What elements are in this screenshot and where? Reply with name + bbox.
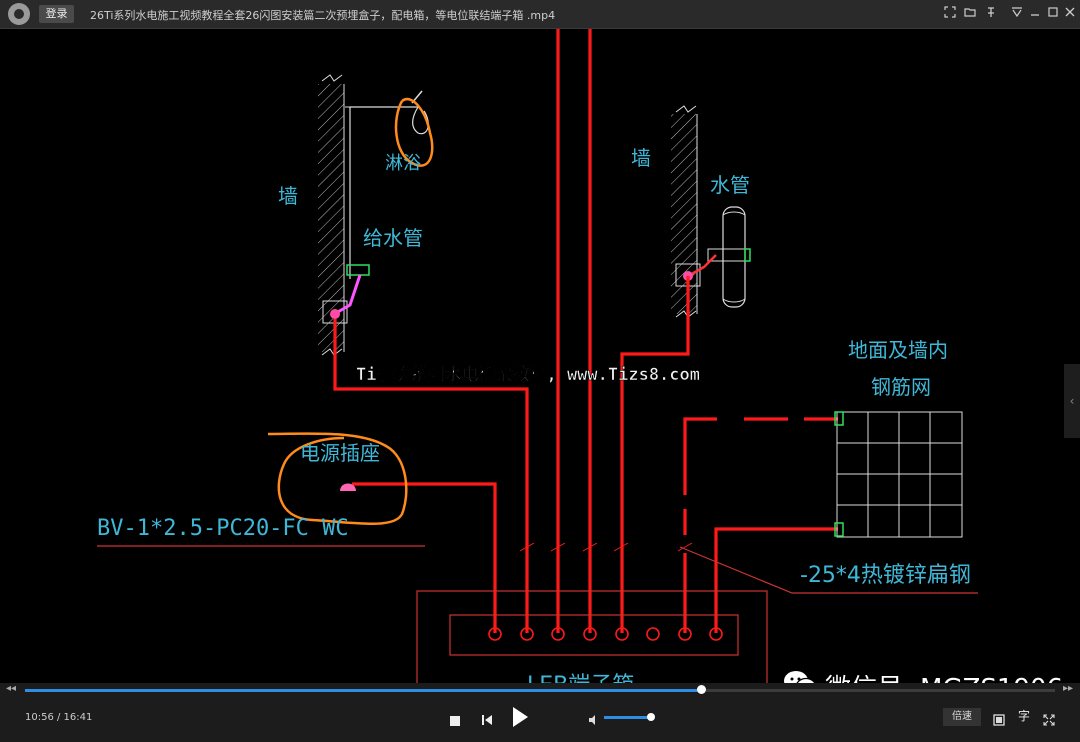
play-button[interactable] bbox=[510, 706, 530, 728]
volume-slider-handle[interactable] bbox=[647, 713, 655, 721]
time-display: 10:56 / 16:41 bbox=[25, 712, 93, 723]
volume-icon[interactable] bbox=[588, 711, 600, 725]
fullscreen-icon[interactable] bbox=[1043, 711, 1055, 726]
skip-back-icon[interactable]: ◂◂ bbox=[6, 683, 16, 694]
pin-icon[interactable] bbox=[982, 5, 1000, 23]
app-logo-icon bbox=[8, 3, 30, 25]
power-socket-label: 电源插座 bbox=[300, 441, 380, 465]
folder-icon[interactable] bbox=[961, 5, 979, 23]
water-pipe-label: 水管 bbox=[710, 173, 750, 197]
wall-left-label: 墙 bbox=[278, 184, 298, 208]
right-wall-hatch bbox=[671, 105, 698, 318]
skip-forward-icon[interactable]: ▸▸ bbox=[1063, 683, 1073, 694]
player-controls: ◂◂ ▸▸ 10:56 / 16:41 倍速 字 bbox=[0, 683, 1080, 742]
stop-button[interactable] bbox=[449, 711, 461, 726]
maximize-icon[interactable] bbox=[1044, 5, 1062, 23]
window-title: 26Ti系列水电施工视频教程全套26闪图安装篇二次预埋盒子，配电箱，等电位联结端… bbox=[90, 9, 556, 22]
rebar-mesh-label-1: 地面及墙内 bbox=[848, 338, 948, 362]
seek-bar[interactable] bbox=[25, 685, 1055, 694]
fullscreen-toggle-icon[interactable] bbox=[941, 5, 959, 23]
seek-bar-progress bbox=[25, 689, 701, 692]
watermark-text: Ti建筑系列水电桥架教程, www.Tizs8.com bbox=[356, 364, 700, 385]
flat-steel-spec-label: -25*4热镀锌扁钢 bbox=[800, 563, 971, 588]
playback-speed-button[interactable]: 倍速 bbox=[943, 708, 981, 726]
shower-label: 淋浴 bbox=[385, 153, 421, 174]
subtitle-button[interactable]: 字 bbox=[1017, 709, 1031, 723]
cad-drawing: 墙 淋浴 给水管 墙 水管 地面及墙内 钢筋网 电源插座 BV-1*2.5-PC… bbox=[97, 29, 978, 683]
rebar-mesh bbox=[836, 411, 963, 538]
previous-button[interactable] bbox=[481, 711, 493, 725]
screen-mode-icon[interactable] bbox=[993, 711, 1005, 726]
dropdown-menu-icon[interactable] bbox=[1008, 5, 1026, 23]
minimize-icon[interactable] bbox=[1026, 5, 1044, 23]
login-button[interactable]: 登录 bbox=[39, 5, 74, 23]
leb-box-label: LEB端子箱 bbox=[527, 673, 634, 683]
title-bar: 登录 26Ti系列水电施工视频教程全套26闪图安装篇二次预埋盒子，配电箱，等电位… bbox=[0, 0, 1080, 29]
water-supply-pipe-label: 给水管 bbox=[363, 226, 423, 250]
video-stage[interactable]: 墙 淋浴 给水管 墙 水管 地面及墙内 钢筋网 电源插座 BV-1*2.5-PC… bbox=[0, 29, 1080, 683]
rebar-mesh-label-2: 钢筋网 bbox=[871, 375, 931, 399]
seek-bar-handle[interactable] bbox=[696, 685, 706, 694]
close-icon[interactable] bbox=[1061, 5, 1079, 23]
volume-slider[interactable] bbox=[604, 716, 651, 719]
side-panel-toggle[interactable]: ‹ bbox=[1064, 364, 1080, 438]
wall-right-label: 墙 bbox=[631, 146, 651, 170]
cable-spec-label: BV-1*2.5-PC20-FC WC bbox=[97, 516, 349, 541]
